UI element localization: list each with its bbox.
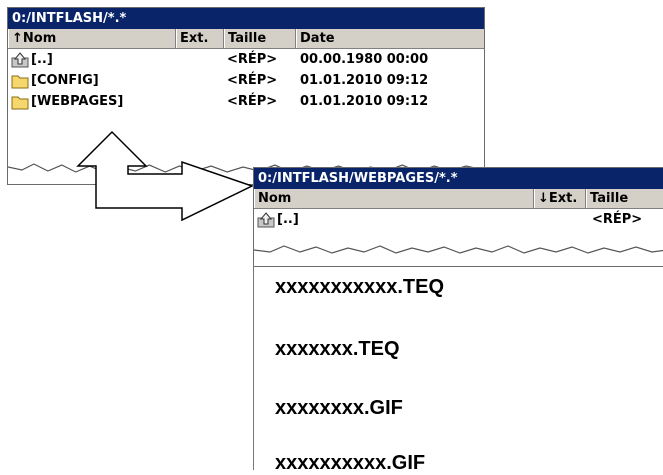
column-size-header[interactable]: Taille xyxy=(586,189,663,208)
file-browser-webpages: 0:/INTFLASH/WEBPAGES/*.* Nom ↓Ext. Taill… xyxy=(253,167,663,267)
column-name-header[interactable]: Nom xyxy=(254,189,534,208)
torn-edge xyxy=(254,245,663,266)
window-title: 0:/INTFLASH/WEBPAGES/*.* xyxy=(254,168,663,189)
column-header-row: Nom ↓Ext. Taille xyxy=(254,189,663,209)
file-entry[interactable]: xxxxxxxxxx.GIF xyxy=(275,452,425,475)
file-row-parent[interactable]: [..] <RÉP> xyxy=(254,209,663,230)
list-border xyxy=(253,262,254,470)
file-entry[interactable]: xxxxxxxxxxx.TEQ xyxy=(275,276,444,299)
file-size: <RÉP> xyxy=(592,212,643,227)
parent-folder-icon xyxy=(257,211,275,227)
column-ext-header[interactable]: ↓Ext. xyxy=(534,189,586,208)
file-name: [..] xyxy=(277,212,299,227)
file-entry[interactable]: xxxxxxx.TEQ xyxy=(275,338,400,361)
file-entry[interactable]: xxxxxxxx.GIF xyxy=(275,397,403,420)
